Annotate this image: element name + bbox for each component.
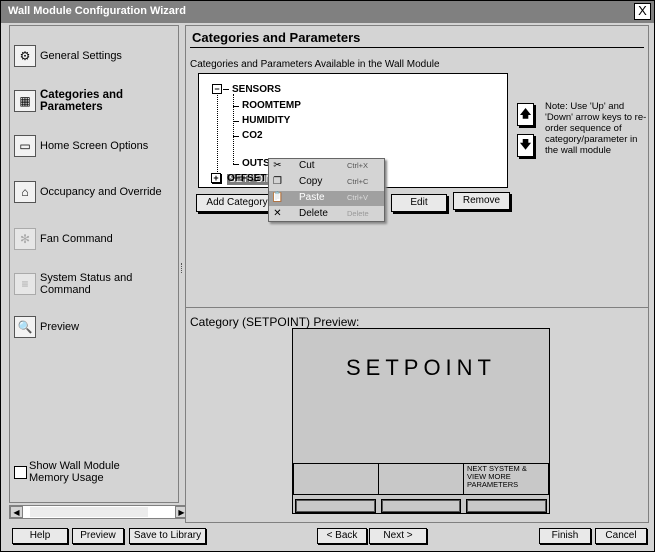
- sidebar-item-categories[interactable]: ▦ Categories and Parameters: [10, 81, 178, 121]
- sidebar-item-label: Categories and Parameters: [40, 89, 124, 113]
- preview-button[interactable]: Preview: [72, 528, 124, 544]
- sidebar-item-label: Fan Command: [40, 233, 113, 245]
- tree-node-co2[interactable]: CO2: [242, 130, 263, 141]
- menu-item-shortcut: Ctrl+V: [347, 193, 369, 202]
- back-button[interactable]: < Back: [317, 528, 367, 544]
- context-menu: ✂ Cut Ctrl+X ❐ Copy Ctrl+C 📋 Paste Ctrl+…: [268, 158, 385, 222]
- sidebar-item-label: General Settings: [40, 50, 122, 62]
- menu-item-label: Copy: [299, 176, 323, 187]
- edit-button[interactable]: Edit: [391, 194, 447, 212]
- show-memory-usage-checkbox[interactable]: Show Wall Module Memory Usage: [14, 460, 139, 484]
- sidebar-horizontal-scrollbar[interactable]: ◀ ▶: [9, 505, 189, 519]
- tree-caption: Categories and Parameters Available in t…: [190, 59, 440, 70]
- menu-item-copy[interactable]: ❐ Copy Ctrl+C: [269, 175, 384, 190]
- menu-item-shortcut: Ctrl+C: [347, 177, 369, 186]
- scroll-thumb[interactable]: [30, 507, 148, 517]
- sidebar-item-preview[interactable]: 🔍 Preview: [10, 307, 178, 347]
- menu-item-shortcut: Ctrl+X: [347, 161, 369, 170]
- reorder-note: Note: Use 'Up' and 'Down' arrow keys to …: [545, 101, 647, 156]
- preview-softkey-cell-2: [378, 463, 464, 495]
- tree-connector: [223, 89, 229, 90]
- preview-icon: 🔍: [14, 316, 36, 338]
- checkbox-box[interactable]: [14, 465, 27, 479]
- menu-item-cut[interactable]: ✂ Cut Ctrl+X: [269, 159, 384, 174]
- move-up-button[interactable]: 🡅: [517, 103, 534, 126]
- tree-node-sensors[interactable]: SENSORS: [232, 84, 281, 95]
- preview-screen-title: SETPOINT: [345, 355, 496, 380]
- tree-connector: [233, 136, 239, 137]
- remove-button[interactable]: Remove: [453, 192, 510, 210]
- home-screen-icon: ▭: [14, 135, 36, 157]
- fan-icon: ✻: [14, 228, 36, 250]
- menu-item-label: Delete: [299, 208, 328, 219]
- menu-item-paste[interactable]: 📋 Paste Ctrl+V: [269, 191, 384, 206]
- preview-softkey-cell-3: NEXT SYSTEM & VIEW MORE PARAMETERS: [463, 463, 549, 495]
- next-button[interactable]: Next >: [369, 528, 427, 544]
- tree-guide-line: [217, 88, 218, 182]
- preview-splitter[interactable]: [186, 307, 648, 308]
- system-status-icon: ≡: [14, 273, 36, 295]
- add-category-button[interactable]: Add Category: [196, 194, 278, 212]
- sidebar-item-label: Preview: [40, 321, 80, 333]
- sidebar-item-home-screen[interactable]: ▭ Home Screen Options: [10, 126, 178, 166]
- copy-icon: ❐: [273, 176, 282, 187]
- wizard-sidebar: ⚙ General Settings ▦ Categories and Para…: [9, 25, 179, 503]
- save-to-library-button[interactable]: Save to Library: [129, 528, 206, 544]
- tree-connector: [233, 106, 239, 107]
- wall-module-preview: SETPOINT NEXT SYSTEM & VIEW MORE PARAMET…: [292, 328, 550, 514]
- collapse-icon[interactable]: −: [212, 84, 222, 94]
- sidebar-item-label: System Status and Command: [40, 272, 133, 296]
- paste-icon: 📋: [271, 192, 284, 203]
- title-bar: Wall Module Configuration Wizard X: [1, 1, 654, 23]
- expand-icon[interactable]: +: [211, 173, 221, 183]
- preview-softkey-cell-1: [293, 463, 379, 495]
- sidebar-item-label: Occupancy and Override: [40, 186, 162, 198]
- sidebar-item-system-status[interactable]: ≡ System Status and Command: [10, 264, 178, 304]
- scroll-left-icon[interactable]: ◀: [10, 506, 23, 518]
- delete-icon: ✕: [273, 208, 282, 219]
- menu-item-delete[interactable]: ✕ Delete Delete: [269, 207, 384, 222]
- wizard-window: Wall Module Configuration Wizard X ⚙ Gen…: [0, 0, 655, 552]
- help-button[interactable]: Help: [12, 528, 68, 544]
- tree-connector: [233, 164, 239, 165]
- preview-label: Category (SETPOINT) Preview:: [190, 315, 360, 329]
- preview-softkey-button-3: [466, 499, 547, 513]
- sidebar-item-occupancy[interactable]: ⌂ Occupancy and Override: [10, 172, 178, 212]
- categories-icon: ▦: [14, 90, 36, 112]
- title-divider: [190, 47, 644, 48]
- move-down-button[interactable]: 🡇: [517, 134, 534, 157]
- settings-icon: ⚙: [14, 45, 36, 67]
- tree-node-humidity[interactable]: HUMIDITY: [242, 115, 290, 126]
- occupancy-icon: ⌂: [14, 181, 36, 203]
- page-title: Categories and Parameters: [192, 30, 361, 45]
- sidebar-item-label: Home Screen Options: [40, 140, 149, 152]
- tree-connector: [233, 121, 239, 122]
- close-button[interactable]: X: [634, 3, 651, 20]
- tree-node-roomtemp[interactable]: ROOMTEMP: [242, 100, 301, 111]
- scissors-icon: ✂: [273, 160, 282, 171]
- preview-softkey-button-2: [381, 499, 461, 513]
- menu-item-label: Cut: [299, 160, 315, 171]
- show-memory-usage-label: Show Wall Module Memory Usage: [29, 460, 120, 484]
- sidebar-item-general-settings[interactable]: ⚙ General Settings: [10, 36, 178, 76]
- preview-softkey-button-1: [295, 499, 376, 513]
- main-panel: Categories and Parameters Categories and…: [185, 25, 649, 523]
- window-title: Wall Module Configuration Wizard: [8, 5, 186, 17]
- finish-button[interactable]: Finish: [539, 528, 591, 544]
- sidebar-splitter[interactable]: [181, 263, 183, 273]
- sidebar-item-fan-command[interactable]: ✻ Fan Command: [10, 219, 178, 259]
- tree-guide-line: [233, 94, 234, 164]
- menu-item-label: Paste: [299, 192, 325, 203]
- menu-item-shortcut: Delete: [347, 209, 369, 218]
- tree-node-offset[interactable]: OFFSET: [227, 173, 266, 184]
- cancel-button[interactable]: Cancel: [595, 528, 647, 544]
